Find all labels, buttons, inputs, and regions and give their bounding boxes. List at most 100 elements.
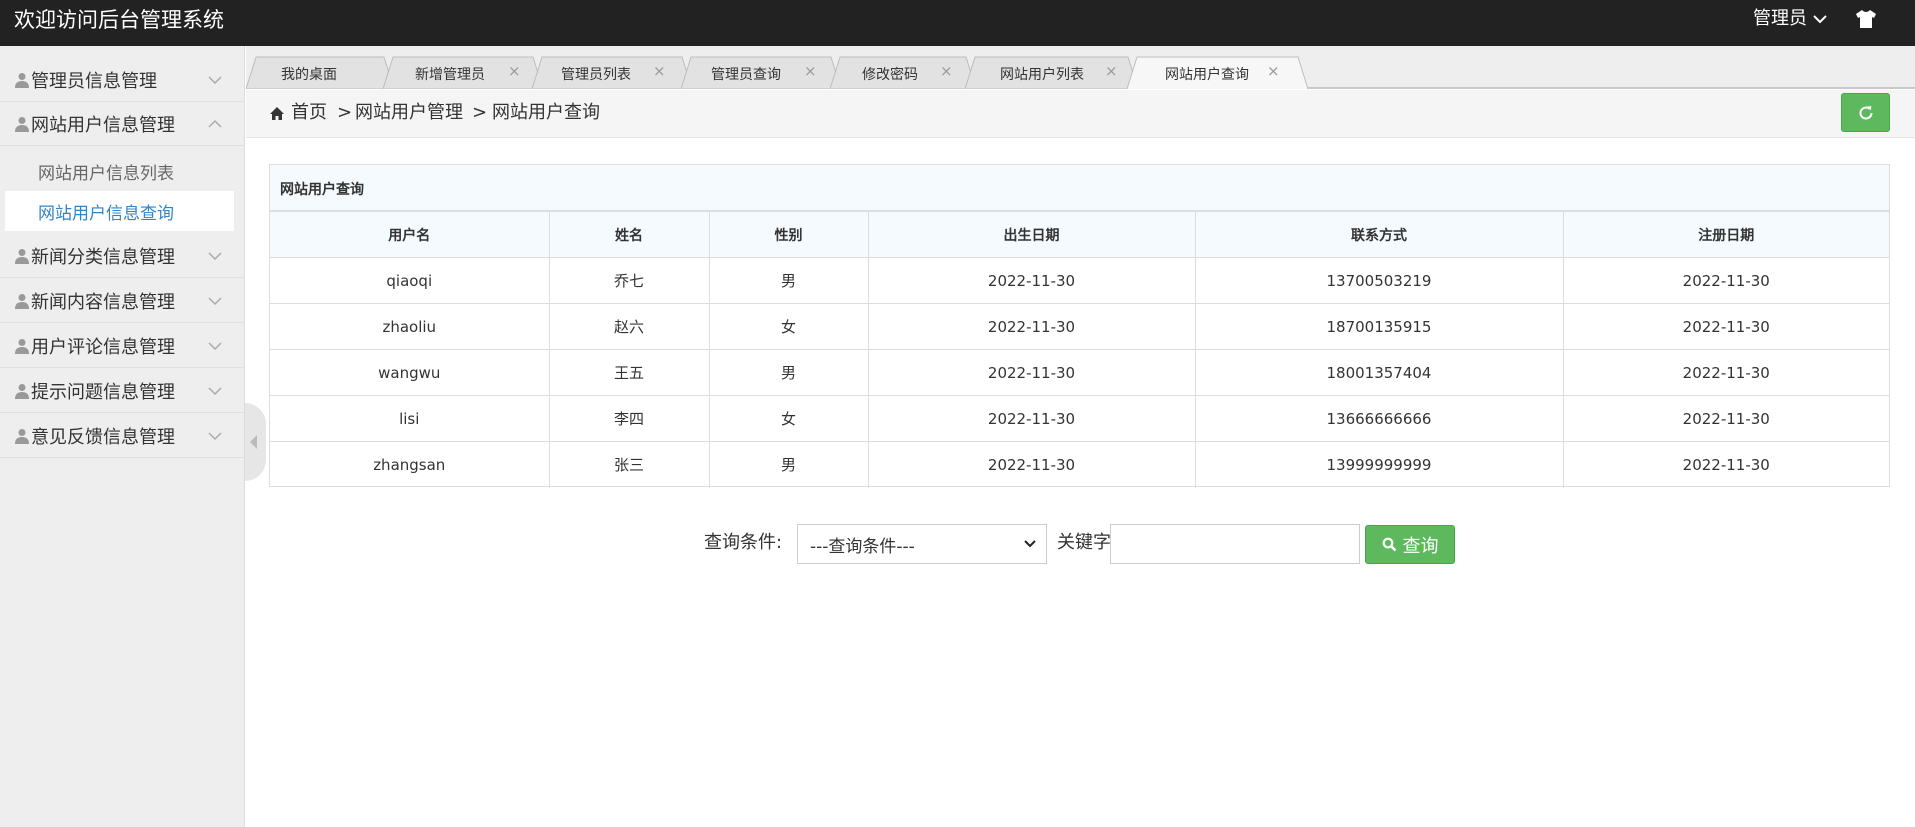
- table-cell: 张三: [548, 441, 710, 488]
- table-cell: 2022-11-30: [1562, 395, 1889, 442]
- chevron-down-icon: [1024, 540, 1036, 548]
- tab-label: 我的桌面: [281, 67, 337, 83]
- sidebar-item-label: 意见反馈信息管理: [31, 426, 175, 448]
- sidebar-item-hint-questions[interactable]: 提示问题信息管理: [0, 369, 244, 413]
- query-condition-value: ---查询条件---: [810, 536, 915, 557]
- breadcrumb-home[interactable]: 首页: [291, 101, 327, 125]
- table-cell: 2022-11-30: [867, 303, 1196, 350]
- sidebar-item-feedback[interactable]: 意见反馈信息管理: [0, 414, 244, 458]
- sidebar-item-admin[interactable]: 管理员信息管理: [0, 58, 244, 102]
- top-header: 欢迎访问后台管理系统 管理员: [0, 0, 1915, 46]
- chevron-down-icon: [208, 252, 222, 261]
- sidebar-item-label: 提示问题信息管理: [31, 381, 175, 403]
- tab-change-password[interactable]: 修改密码 ×: [830, 56, 976, 89]
- table-cell: 女: [708, 303, 869, 350]
- column-header: 性别: [708, 211, 869, 258]
- column-header: 用户名: [270, 211, 550, 258]
- table-cell: 男: [708, 441, 869, 488]
- table-cell: 乔七: [548, 257, 710, 304]
- close-icon[interactable]: ×: [1267, 63, 1280, 79]
- tab-label: 网站用户列表: [1000, 67, 1084, 83]
- table-cell: 王五: [548, 349, 710, 396]
- tab-label: 管理员查询: [711, 67, 781, 83]
- close-icon[interactable]: ×: [653, 63, 666, 79]
- close-icon[interactable]: ×: [508, 63, 521, 79]
- keyword-label: 关键字: [1057, 532, 1111, 553]
- table-cell: 女: [708, 395, 869, 442]
- table-cell: 2022-11-30: [1562, 349, 1889, 396]
- column-header: 姓名: [548, 211, 710, 258]
- sidebar-item-label: 用户评论信息管理: [31, 336, 175, 358]
- sidebar-item-label: 新闻分类信息管理: [31, 246, 175, 268]
- table-row: zhaoliu 赵六 女 2022-11-30 18700135915 2022…: [270, 303, 1889, 350]
- query-button-label: 查询: [1402, 535, 1439, 557]
- query-results-panel: 网站用户查询 用户名 姓名 性别 出生日期 联系方式 注册日期 qiaoqi 乔…: [269, 164, 1890, 488]
- table-cell: lisi: [270, 395, 550, 442]
- user-menu-label: 管理员: [1753, 8, 1807, 29]
- column-header: 出生日期: [867, 211, 1196, 258]
- table-cell: 2022-11-30: [867, 395, 1196, 442]
- home-icon: [270, 107, 284, 120]
- tab-add-admin[interactable]: 新增管理员 ×: [383, 56, 543, 89]
- user-icon: [15, 338, 29, 354]
- sidebar-item-label: 管理员信息管理: [31, 70, 157, 92]
- app-title: 欢迎访问后台管理系统: [14, 8, 224, 32]
- table-cell: 2022-11-30: [867, 349, 1196, 396]
- close-icon[interactable]: ×: [940, 63, 953, 79]
- query-button[interactable]: 查询: [1365, 525, 1455, 564]
- tab-label: 网站用户查询: [1165, 67, 1249, 83]
- user-icon: [15, 116, 29, 132]
- sidebar-subitem-user-query[interactable]: 网站用户信息查询: [5, 191, 234, 231]
- close-icon[interactable]: ×: [1105, 63, 1118, 79]
- table-cell: 赵六: [548, 303, 710, 350]
- close-icon[interactable]: ×: [804, 63, 817, 79]
- table-cell: 2022-11-30: [867, 441, 1196, 488]
- tab-bar: 我的桌面 新增管理员 × 管理员列表 × 管理员查询 × 修改密码 × 网站用户…: [246, 46, 1915, 89]
- tab-my-desktop[interactable]: 我的桌面: [246, 56, 394, 89]
- breadcrumb: 首页 > 网站用户管理 > 网站用户查询: [246, 90, 1915, 138]
- table-cell: zhangsan: [270, 441, 550, 488]
- tab-site-user-list[interactable]: 网站用户列表 ×: [965, 56, 1138, 89]
- sidebar-item-label: 新闻内容信息管理: [31, 291, 175, 313]
- breadcrumb-current: 网站用户查询: [492, 102, 600, 123]
- chevron-down-icon: [208, 342, 222, 351]
- tab-label: 修改密码: [862, 67, 918, 83]
- query-condition-select[interactable]: ---查询条件---: [797, 524, 1047, 564]
- user-icon: [15, 293, 29, 309]
- table-row: qiaoqi 乔七 男 2022-11-30 13700503219 2022-…: [270, 257, 1889, 304]
- table-cell: 李四: [548, 395, 710, 442]
- tab-admin-query[interactable]: 管理员查询 ×: [681, 56, 841, 89]
- sidebar-item-comments[interactable]: 用户评论信息管理: [0, 324, 244, 368]
- user-menu[interactable]: 管理员: [1753, 7, 1827, 31]
- sidebar-item-news-category[interactable]: 新闻分类信息管理: [0, 234, 244, 278]
- tab-site-user-query[interactable]: 网站用户查询 ×: [1127, 56, 1308, 89]
- chevron-down-icon: [208, 76, 222, 85]
- user-icon: [15, 72, 29, 88]
- table-cell: 2022-11-30: [1562, 257, 1889, 304]
- user-icon: [15, 248, 29, 264]
- table-cell: 2022-11-30: [1562, 303, 1889, 350]
- search-icon: [1382, 537, 1396, 552]
- column-header: 联系方式: [1194, 211, 1564, 258]
- keyword-input[interactable]: [1110, 524, 1360, 564]
- table-cell: 2022-11-30: [867, 257, 1196, 304]
- sidebar-subitem-user-list[interactable]: 网站用户信息列表: [5, 151, 234, 191]
- sidebar-item-site-users[interactable]: 网站用户信息管理: [0, 102, 244, 146]
- table-cell: 18001357404: [1194, 349, 1564, 396]
- breadcrumb-site-user-management[interactable]: 网站用户管理: [355, 101, 463, 125]
- panel-title: 网站用户查询: [270, 165, 1889, 211]
- table-cell: 13666666666: [1194, 395, 1564, 442]
- table-cell: 18700135915: [1194, 303, 1564, 350]
- shirt-icon[interactable]: [1855, 9, 1877, 29]
- tab-label: 新增管理员: [415, 67, 485, 83]
- chevron-down-icon: [208, 297, 222, 306]
- tab-admin-list[interactable]: 管理员列表 ×: [532, 56, 692, 89]
- table-cell: 男: [708, 349, 869, 396]
- chevron-down-icon: [208, 387, 222, 396]
- table-cell: 13700503219: [1194, 257, 1564, 304]
- refresh-button[interactable]: [1841, 93, 1890, 132]
- refresh-icon: [1859, 106, 1873, 120]
- sidebar-collapse-handle[interactable]: [245, 403, 266, 481]
- sidebar-item-news-content[interactable]: 新闻内容信息管理: [0, 279, 244, 323]
- user-icon: [15, 383, 29, 399]
